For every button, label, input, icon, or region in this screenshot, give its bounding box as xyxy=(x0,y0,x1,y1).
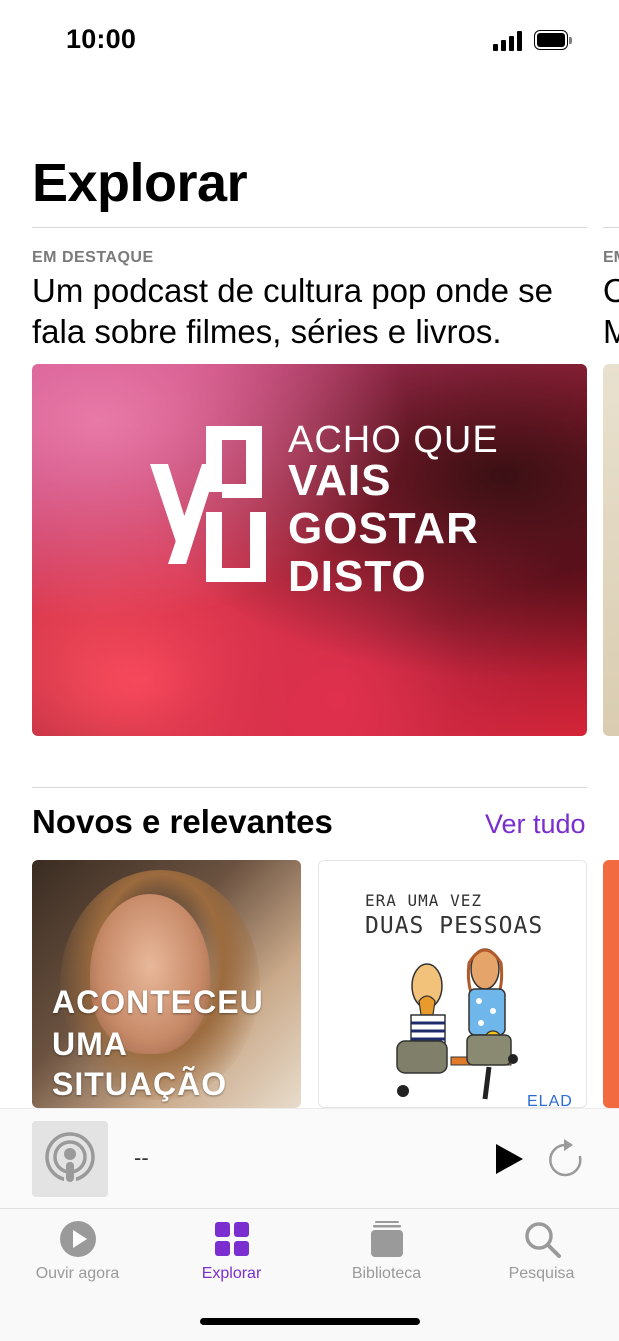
card-title-line: ACONTECEU xyxy=(52,984,264,1020)
podcast-icon xyxy=(32,1121,108,1197)
card-title-line: SITUAÇÃO xyxy=(52,1066,228,1102)
play-circle-icon xyxy=(59,1221,96,1257)
card-title-line: DUAS PESSOAS xyxy=(365,913,544,939)
skip-forward-icon[interactable] xyxy=(547,1139,585,1179)
tab-search[interactable]: Pesquisa xyxy=(464,1209,619,1299)
artwork-line: DISTO xyxy=(288,552,427,601)
status-bar: 10:00 xyxy=(0,0,619,80)
next-featured-label: EM xyxy=(603,249,619,266)
card-title-line: UMA xyxy=(52,1026,128,1062)
podcast-card[interactable]: ERA UMA VEZ DUAS PESSOAS ELAD xyxy=(318,860,587,1108)
page-title: Explorar xyxy=(32,153,248,213)
artwork-line: GOSTAR xyxy=(288,504,479,553)
status-time: 10:00 xyxy=(66,24,137,54)
featured-label: EM DESTAQUE xyxy=(32,249,154,266)
card-footer: ELAD xyxy=(527,1093,573,1108)
next-featured-description[interactable]: O M xyxy=(603,270,619,352)
tab-listen-now[interactable]: Ouvir agora xyxy=(0,1209,155,1299)
peek-divider xyxy=(603,227,619,228)
title-divider xyxy=(32,227,587,228)
cellular-signal-icon xyxy=(493,31,525,51)
library-icon xyxy=(370,1221,403,1257)
podcast-logo-icon xyxy=(150,426,266,582)
tab-label: Pesquisa xyxy=(508,1265,575,1282)
illustration xyxy=(396,948,518,1100)
section-divider xyxy=(32,787,587,788)
now-playing-title: -- xyxy=(134,1145,149,1170)
featured-artwork[interactable]: ACHO QUE VAIS GOSTAR DISTO xyxy=(32,364,587,736)
grid-icon xyxy=(214,1222,249,1256)
card-title-line: ERA UMA VEZ xyxy=(365,891,482,910)
tab-browse[interactable]: Explorar xyxy=(154,1209,309,1299)
tab-library[interactable]: Biblioteca xyxy=(309,1209,464,1299)
tab-label: Ouvir agora xyxy=(35,1265,120,1282)
next-podcast-card[interactable] xyxy=(603,860,619,1108)
play-icon[interactable] xyxy=(494,1143,524,1175)
artwork-line: VAIS xyxy=(288,456,392,505)
section-title: Novos e relevantes xyxy=(32,803,333,840)
mini-player[interactable]: -- xyxy=(0,1108,619,1209)
search-icon xyxy=(524,1222,561,1258)
see-all-link[interactable]: Ver tudo xyxy=(485,809,586,840)
next-featured-artwork[interactable] xyxy=(603,364,619,736)
tab-label: Explorar xyxy=(201,1265,262,1282)
tab-label: Biblioteca xyxy=(351,1265,422,1282)
home-indicator[interactable] xyxy=(200,1318,420,1325)
featured-description[interactable]: Um podcast de cultura pop onde se fala s… xyxy=(32,270,592,352)
podcast-card[interactable]: ACONTECEU UMA SITUAÇÃO xyxy=(32,860,301,1108)
battery-icon xyxy=(534,30,572,52)
